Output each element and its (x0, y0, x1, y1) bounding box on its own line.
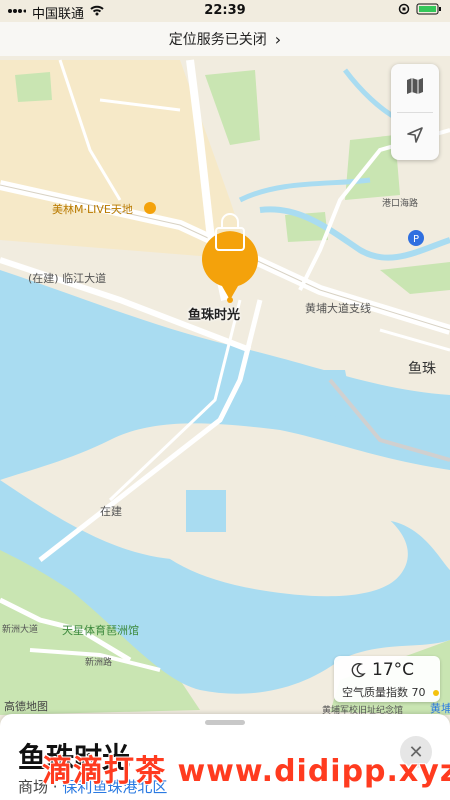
map-label-tianxing: 天星体育琶洲馆 (62, 624, 139, 637)
map-label-linjiang: (在建) 临江大道 (28, 272, 107, 285)
map-label-yuzhu: 鱼珠 (408, 361, 436, 377)
map-label-xinzhou-road2: 新洲路 (85, 658, 113, 668)
aqi-label: 空气质量指数 (342, 686, 408, 699)
map-label-meilin: 美林M·LIVE天地 (52, 203, 133, 216)
location-arrow-icon (406, 126, 424, 148)
chevron-right-icon: › (274, 29, 282, 49)
battery-icon (416, 3, 442, 19)
map-icon (405, 76, 425, 100)
rotation-lock-icon (398, 3, 410, 19)
weather-widget[interactable]: 17°C 空气质量指数 70 (334, 656, 440, 702)
watermark-text: 滴滴打茶 www.didipp.xyz (42, 754, 450, 789)
locate-me-button[interactable] (391, 113, 439, 161)
map-label-gangkou: 港口海路 (382, 199, 419, 209)
map-label-xinzhou-road: 新洲大道 (2, 625, 39, 635)
aqi-dot (433, 690, 439, 696)
weather-temp: 17°C (372, 660, 415, 680)
sheet-grabber[interactable] (205, 720, 245, 725)
aqi-value: 70 (411, 686, 426, 699)
map-mode-button[interactable] (391, 64, 439, 112)
map-label-huangpu-road: 黄埔大道支线 (305, 302, 371, 315)
pin-label[interactable]: 鱼珠时光 (188, 304, 240, 323)
map-controls (391, 64, 439, 160)
amap-logo: 高德地图 (4, 700, 48, 713)
svg-text:P: P (413, 234, 419, 245)
location-banner-text: 定位服务已关闭 (168, 32, 267, 48)
moon-icon (350, 662, 366, 681)
map-label-zaijian: 在建 (100, 505, 122, 518)
location-services-banner[interactable]: 定位服务已关闭 › (0, 22, 450, 56)
clock: 22:39 (204, 3, 246, 18)
status-bar: 中国联通 22:39 (0, 0, 450, 22)
aqi-row: 空气质量指数 70 (342, 684, 439, 700)
